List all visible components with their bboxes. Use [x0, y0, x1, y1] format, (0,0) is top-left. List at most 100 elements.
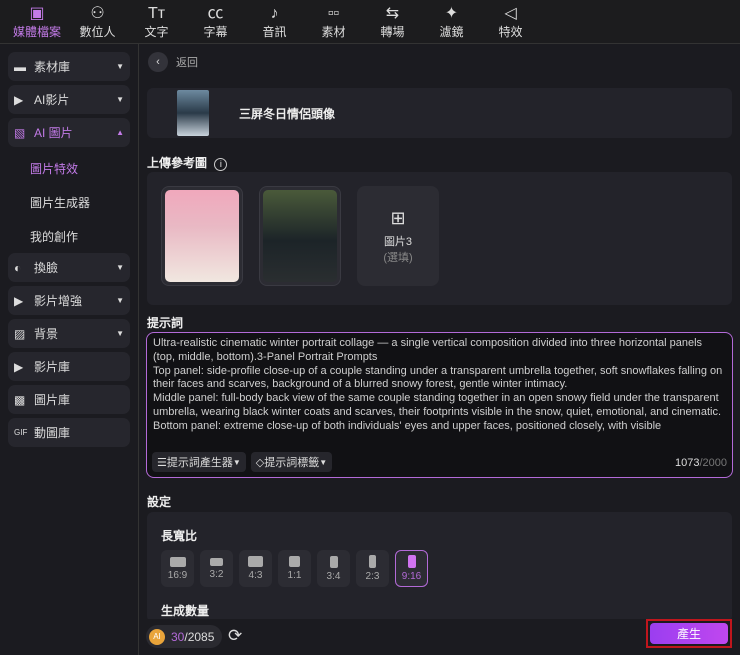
sidebar-item-video-enhance[interactable]: ▶ 影片增強 ▼ [8, 286, 130, 315]
tab-audio[interactable]: ♪ 音訊 [245, 0, 304, 44]
sidebar-item-image-library[interactable]: ▩ 圖片庫 [8, 385, 130, 414]
sidebar-sub-my-creations[interactable]: 我的創作 [8, 219, 130, 253]
credits-total: /2085 [184, 629, 215, 644]
sidebar-item-ai-video[interactable]: ▶ AI影片 ▼ [8, 85, 130, 114]
quantity-label: 生成數量 [161, 604, 210, 618]
ratio-1-1[interactable]: 1:1 [278, 550, 311, 587]
tab-avatar[interactable]: ⚇ 數位人 [68, 0, 127, 44]
settings-panel: 長寬比 16:9 3:2 4:3 1:1 3:4 2:3 9:16 生成數量 [147, 512, 732, 622]
tab-elements[interactable]: ▫▫ 素材 [304, 0, 363, 44]
tab-label: 文字 [144, 25, 169, 39]
sidebar-item-ai-image[interactable]: ▧ AI 圖片 ▲ [8, 118, 130, 147]
effects-icon: ◁ [504, 5, 517, 22]
ratio-shape [169, 556, 186, 567]
tab-label: 轉場 [380, 25, 405, 39]
chevron-up-icon: ▲ [116, 128, 124, 137]
refresh-icon[interactable]: ⟳ [228, 626, 242, 646]
ratio-9-16[interactable]: 9:16 [395, 550, 428, 587]
image3-label: 圖片3 [383, 235, 413, 248]
generate-button[interactable]: 產生 [646, 619, 732, 648]
top-toolbar: ▣ 媒體檔案 ⚇ 數位人 Tт 文字 ㏄字幕 ♪ 音訊 ▫▫ 素材 ⇆ 轉場 ✦ 濾鏡 ◁ 特效 [0, 0, 740, 44]
face-icon: ◐ [14, 260, 22, 275]
char-count: 1073 [674, 457, 700, 469]
aspect-ratio-options: 16:9 3:2 4:3 1:1 3:4 2:3 9:16 [161, 550, 428, 587]
folder-icon: ▬ [14, 59, 26, 74]
tab-subtitle[interactable]: ㏄字幕 [186, 0, 245, 44]
add-image-3-button[interactable]: ⊞ 圖片3 (選填) [357, 186, 439, 286]
template-thumbnail [177, 90, 209, 136]
ratio-shape [289, 556, 300, 567]
upload-label-text: 上傳參考圖 [147, 156, 208, 170]
template-card[interactable]: 三屏冬日情侶頭像 [147, 88, 732, 138]
aspect-ratio-label: 長寬比 [161, 529, 198, 543]
text-icon: Tт [147, 5, 166, 22]
upload-label: 上傳參考圖 i [147, 154, 228, 171]
label: 影片庫 [34, 360, 71, 374]
ratio-shape [329, 555, 338, 568]
avatar-icon: ⚇ [90, 5, 105, 22]
tab-label: 特效 [498, 25, 523, 39]
label: 16:9 [167, 569, 188, 581]
chevron-down-icon: ▼ [116, 95, 124, 104]
filter-icon: ✦ [444, 5, 459, 22]
picture-icon: ▩ [14, 392, 26, 407]
settings-label: 設定 [147, 495, 172, 509]
tab-text[interactable]: Tт 文字 [127, 0, 186, 44]
sidebar-item-library[interactable]: ▬ 素材庫 ▼ [8, 52, 130, 81]
prompt-textarea[interactable]: Ultra-realistic cinematic winter portrai… [146, 332, 733, 478]
label: AI 圖片 [34, 126, 73, 140]
prompt-text[interactable]: Ultra-realistic cinematic winter portrai… [147, 333, 732, 445]
ratio-3-4[interactable]: 3:4 [317, 550, 350, 587]
sidebar-item-video-library[interactable]: ▶ 影片庫 [8, 352, 130, 381]
list-sparkle-icon: ☰ [157, 456, 167, 469]
sidebar-item-face-swap[interactable]: ◐ 換臉 ▼ [8, 253, 130, 282]
credits-badge: AI 30/2085 [146, 625, 223, 648]
chevron-down-icon: ▼ [116, 296, 124, 305]
subtitle-icon: ㏄ [207, 5, 224, 22]
tab-label: 媒體檔案 [12, 25, 61, 39]
label: 3:4 [326, 570, 341, 582]
sidebar-item-gif-library[interactable]: GIF 動圖庫 [8, 418, 130, 447]
char-max: /2000 [699, 457, 727, 469]
tab-effects[interactable]: ◁ 特效 [481, 0, 540, 44]
label: AI影片 [34, 93, 70, 107]
prompt-generator-button[interactable]: ☰ 提示詞產生器 ▼ [152, 452, 246, 472]
info-icon[interactable]: i [214, 158, 228, 171]
elements-icon: ▫▫ [327, 5, 340, 22]
ratio-3-2[interactable]: 3:2 [200, 550, 233, 587]
ratio-16-9[interactable]: 16:9 [161, 550, 194, 587]
ratio-shape [407, 555, 416, 568]
sidebar-item-background[interactable]: ▨ 背景 ▼ [8, 319, 130, 348]
chevron-down-icon: ▼ [116, 263, 124, 272]
upload-area: ⊞ 圖片3 (選填) [147, 172, 732, 305]
sidebar-sub-image-generator[interactable]: 圖片生成器 [8, 185, 130, 219]
prompt-tags-button[interactable]: ◇ 提示詞標籤 ▼ [250, 452, 333, 472]
label: 動圖庫 [34, 426, 71, 440]
label: 提示詞產生器 [166, 457, 233, 469]
reference-image-2[interactable] [259, 186, 341, 286]
tab-label: 字幕 [203, 25, 228, 39]
ai-coin-icon: AI [149, 628, 165, 645]
chevron-down-icon: ▼ [116, 62, 124, 71]
image-icon: ▧ [14, 125, 26, 140]
chevron-left-icon: ‹ [148, 52, 168, 72]
label: 3:2 [209, 568, 224, 580]
ratio-shape [210, 557, 223, 566]
back-button[interactable]: ‹ 返回 [148, 52, 198, 72]
back-label: 返回 [176, 57, 198, 69]
ratio-4-3[interactable]: 4:3 [239, 550, 272, 587]
label: 1:1 [287, 570, 302, 581]
enhance-icon: ▶ [14, 293, 24, 308]
tab-transition[interactable]: ⇆ 轉場 [363, 0, 422, 44]
reference-image-1[interactable] [161, 186, 243, 286]
media-icon: ▣ [29, 5, 45, 22]
label: 圖片庫 [34, 393, 71, 407]
tab-filter[interactable]: ✦ 濾鏡 [422, 0, 481, 44]
sidebar-sub-image-effects[interactable]: 圖片特效 [8, 151, 130, 185]
tab-media[interactable]: ▣ 媒體檔案 [6, 0, 68, 44]
caret-down-icon: ▼ [232, 457, 241, 467]
tab-label: 音訊 [262, 25, 287, 39]
ratio-2-3[interactable]: 2:3 [356, 550, 389, 587]
ratio-shape [248, 556, 263, 567]
chevron-down-icon: ▼ [116, 329, 124, 338]
